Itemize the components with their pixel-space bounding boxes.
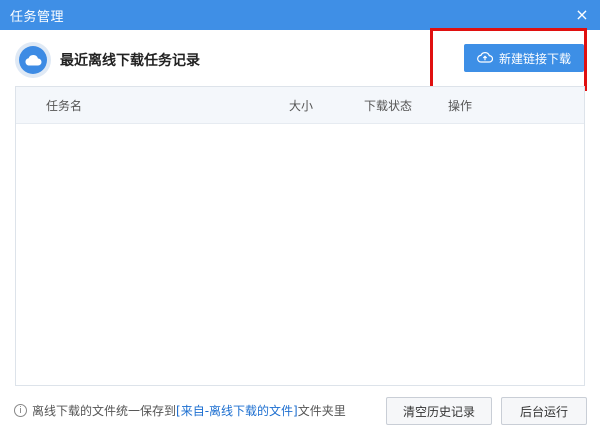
run-in-background-button[interactable]: 后台运行	[501, 397, 587, 425]
cloud-upload-icon	[477, 51, 494, 66]
new-link-download-label: 新建链接下载	[498, 51, 571, 66]
task-table: 任务名 大小 下载状态 操作	[15, 86, 585, 386]
save-location-note: i 离线下载的文件统一保存到[来自-离线下载的文件]文件夹里	[14, 402, 346, 419]
new-link-download-button[interactable]: 新建链接下载	[464, 44, 584, 72]
window-title: 任务管理	[10, 9, 65, 25]
info-icon: i	[14, 404, 27, 417]
column-task-name: 任务名	[46, 99, 83, 113]
note-prefix: 离线下载的文件统一保存到	[32, 404, 177, 418]
cloud-icon	[15, 42, 51, 78]
column-actions: 操作	[448, 99, 473, 113]
close-icon[interactable]: ×	[574, 7, 590, 23]
note-suffix: 文件夹里	[297, 404, 346, 418]
page-title: 最近离线下载任务记录	[60, 53, 200, 69]
column-size: 大小	[289, 99, 314, 113]
table-header: 任务名 大小 下载状态 操作	[16, 87, 584, 124]
clear-history-button[interactable]: 清空历史记录	[386, 397, 492, 425]
offline-folder-link[interactable]: [来自-离线下载的文件]	[176, 404, 298, 418]
column-download-status: 下载状态	[364, 99, 413, 113]
title-bar: 任务管理 ×	[0, 0, 600, 30]
header: 最近离线下载任务记录 新建链接下载	[0, 30, 600, 86]
